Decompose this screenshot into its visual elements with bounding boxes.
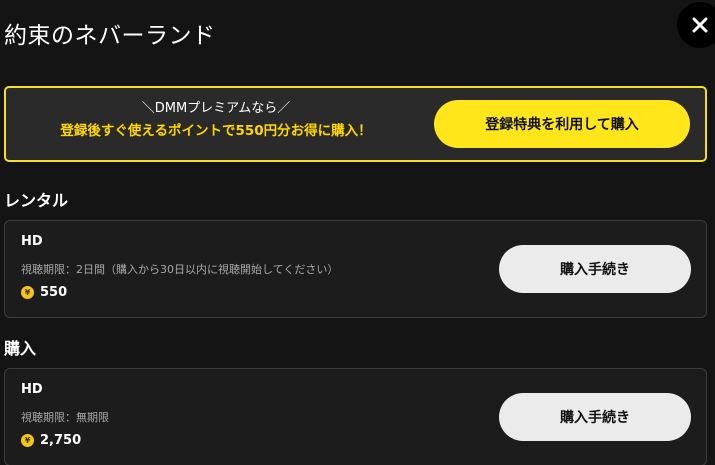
rental-price: ¥ 550 <box>21 285 67 300</box>
rental-quality: HD <box>21 234 43 249</box>
close-icon <box>692 17 708 33</box>
purchase-option-card: HD 視聴期限：無期限 ¥ 2,750 購入手続き <box>4 368 707 465</box>
purchase-price-value: 2,750 <box>40 433 82 448</box>
purchase-section-heading: 購入 <box>4 339 37 358</box>
rental-viewing-period: 視聴期限：2日間（購入から30日以内に視聴開始してください） <box>21 263 339 276</box>
purchase-viewing-period: 視聴期限：無期限 <box>21 411 109 424</box>
modal-title: 約束のネバーランド <box>4 23 216 49</box>
promo-text: ＼DMMプレミアムなら／ 登録後すぐ使えるポイントで550円分お得に購入！ <box>6 100 426 142</box>
use-registration-bonus-button[interactable]: 登録特典を利用して購入 <box>434 100 690 148</box>
rental-checkout-button[interactable]: 購入手続き <box>499 245 691 293</box>
promo-tagline: ＼DMMプレミアムなら／ <box>141 101 291 116</box>
purchase-quality: HD <box>21 382 43 397</box>
purchase-price: ¥ 2,750 <box>21 433 81 448</box>
purchase-modal: 約束のネバーランド ＼DMMプレミアムなら／ 登録後すぐ使えるポイントで550円… <box>0 0 715 465</box>
rental-price-value: 550 <box>40 285 68 300</box>
promo-offer: 登録後すぐ使えるポイントで550円分お得に購入！ <box>60 123 372 139</box>
rental-section-heading: レンタル <box>4 191 69 210</box>
purchase-checkout-button[interactable]: 購入手続き <box>499 393 691 441</box>
coin-icon: ¥ <box>21 286 34 299</box>
premium-promo-banner: ＼DMMプレミアムなら／ 登録後すぐ使えるポイントで550円分お得に購入！ 登録… <box>4 86 707 162</box>
rental-option-card: HD 視聴期限：2日間（購入から30日以内に視聴開始してください） ¥ 550 … <box>4 220 707 318</box>
close-button[interactable] <box>677 2 715 48</box>
coin-icon: ¥ <box>21 434 34 447</box>
